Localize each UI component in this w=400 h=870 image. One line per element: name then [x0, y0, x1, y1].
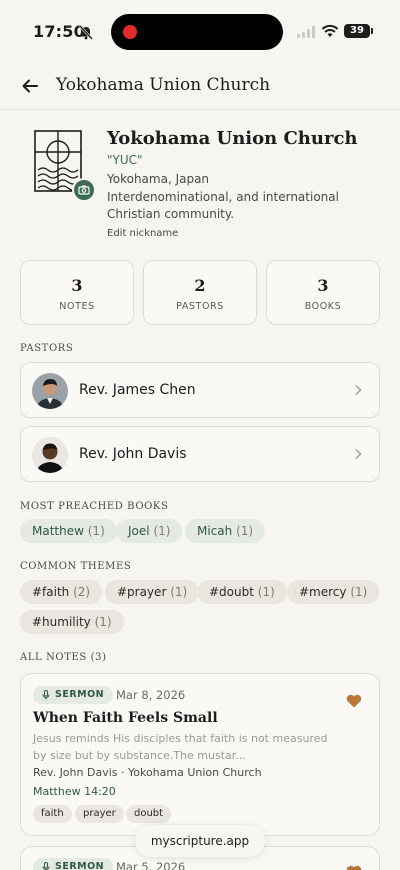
- book-chip-matthew[interactable]: Matthew (1): [20, 519, 117, 543]
- chip-label: #mercy: [299, 585, 347, 599]
- books-section-title: MOST PREACHED BOOKS: [20, 501, 169, 512]
- note-type: SERMON: [55, 861, 105, 870]
- theme-chip-doubt[interactable]: #doubt (1): [197, 580, 287, 604]
- church-description: Interdenominational, and international C…: [107, 190, 339, 221]
- chevron-right-icon: [355, 384, 362, 396]
- stat-value: 3: [71, 276, 83, 295]
- site-url-pill[interactable]: myscripture.app: [135, 825, 265, 857]
- chip-count: (1): [94, 615, 112, 629]
- heart-icon[interactable]: [346, 865, 362, 870]
- book-chip-micah[interactable]: Micah (1): [185, 519, 266, 543]
- note-type-badge: SERMON: [33, 858, 114, 870]
- chip-label: Micah: [197, 524, 233, 538]
- chip-count: (1): [350, 585, 368, 599]
- bell-muted-icon: [79, 25, 93, 40]
- pastors-section-title: PASTORS: [20, 343, 74, 354]
- note-card[interactable]: SERMON Mar 8, 2026 When Faith Feels Smal…: [20, 673, 380, 836]
- avatar: [32, 437, 68, 473]
- notes-section-title: ALL NOTES (3): [20, 652, 107, 663]
- theme-chip-mercy[interactable]: #mercy (1): [287, 580, 380, 604]
- wifi-icon: [321, 24, 339, 37]
- note-type: SERMON: [55, 689, 105, 700]
- chip-count: (1): [236, 524, 254, 538]
- chip-count: (1): [153, 524, 171, 538]
- book-chip-joel[interactable]: Joel (1): [116, 519, 183, 543]
- theme-chip-faith[interactable]: #faith (2): [20, 580, 103, 604]
- stat-label: BOOKS: [304, 301, 342, 312]
- microphone-icon: [42, 862, 50, 870]
- chip-label: #humility: [32, 615, 91, 629]
- chip-label: Joel: [128, 524, 150, 538]
- status-bar: 17:50 39: [0, 0, 400, 62]
- chip-count: (2): [73, 585, 91, 599]
- note-date: Mar 8, 2026: [116, 688, 186, 702]
- stat-label: PASTORS: [176, 301, 224, 312]
- pastor-item-james-chen[interactable]: Rev. James Chen: [20, 362, 380, 418]
- theme-chip-humility[interactable]: #humility (1): [20, 610, 124, 634]
- stat-value: 3: [317, 276, 329, 295]
- note-meta: Rev. John Davis · Yokohama Union Church: [33, 766, 262, 779]
- camera-icon: [78, 185, 90, 195]
- change-photo-button[interactable]: [72, 178, 96, 202]
- note-tag[interactable]: prayer: [75, 805, 124, 823]
- chip-label: Matthew: [32, 524, 84, 538]
- note-excerpt: Jesus reminds His disciples that faith i…: [33, 732, 328, 762]
- stat-books[interactable]: 3 BOOKS: [266, 260, 380, 325]
- stat-value: 2: [194, 276, 206, 295]
- note-date: Mar 5, 2026: [116, 860, 186, 870]
- heart-icon[interactable]: [346, 694, 362, 708]
- stat-notes[interactable]: 3 NOTES: [20, 260, 134, 325]
- stat-label: NOTES: [59, 301, 95, 312]
- page-title: Yokohama Union Church: [56, 75, 271, 95]
- chip-count: (1): [87, 524, 105, 538]
- chip-label: #doubt: [209, 585, 254, 599]
- pastor-name: Rev. James Chen: [79, 382, 196, 398]
- chip-label: #prayer: [117, 585, 167, 599]
- church-name: Yokohama Union Church: [107, 128, 358, 149]
- note-tag[interactable]: doubt: [126, 805, 172, 823]
- stat-pastors[interactable]: 2 PASTORS: [143, 260, 257, 325]
- themes-section-title: COMMON THEMES: [20, 561, 132, 572]
- pastor-name: Rev. John Davis: [79, 446, 187, 462]
- chip-count: (1): [170, 585, 188, 599]
- avatar: [32, 373, 68, 409]
- battery-icon: 39: [344, 24, 373, 38]
- theme-chip-prayer[interactable]: #prayer (1): [105, 580, 200, 604]
- church-location: Yokohama, Japan: [107, 172, 210, 186]
- chip-count: (1): [257, 585, 275, 599]
- microphone-icon: [42, 690, 50, 700]
- chip-label: #faith: [32, 585, 70, 599]
- dynamic-island: [111, 14, 283, 50]
- chevron-right-icon: [355, 448, 362, 460]
- church-nickname: "YUC": [107, 153, 143, 167]
- nav-header: Yokohama Union Church: [0, 62, 400, 110]
- edit-nickname-link[interactable]: Edit nickname: [107, 228, 178, 239]
- pastor-item-john-davis[interactable]: Rev. John Davis: [20, 426, 380, 482]
- note-tag[interactable]: faith: [33, 805, 72, 823]
- recording-indicator-icon: [123, 25, 137, 39]
- back-arrow-icon[interactable]: [20, 76, 40, 96]
- cellular-signal-icon: [297, 26, 315, 38]
- note-type-badge: SERMON: [33, 686, 114, 704]
- scripture-reference[interactable]: Matthew 14:20: [33, 785, 116, 798]
- note-title: When Faith Feels Small: [33, 710, 218, 726]
